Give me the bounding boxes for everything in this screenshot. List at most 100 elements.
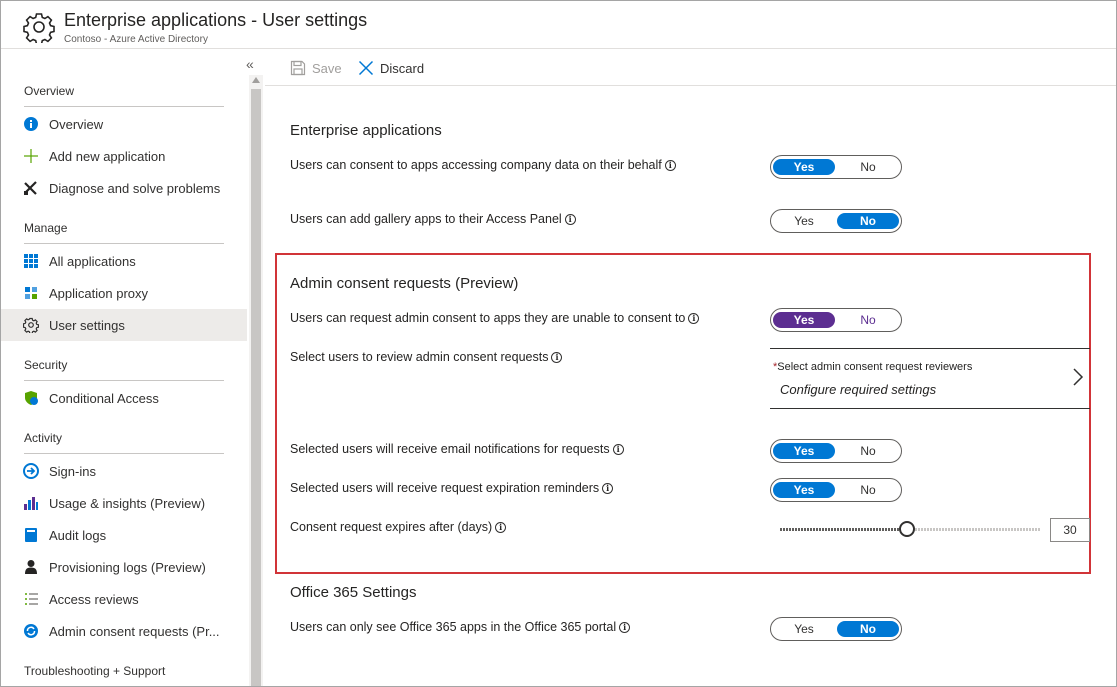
info-icon[interactable]: i: [664, 160, 676, 171]
section-heading-enterprise-applications: Enterprise applications: [290, 122, 442, 139]
toggle-yes[interactable]: Yes: [773, 312, 835, 328]
toggle-yes[interactable]: Yes: [773, 213, 835, 229]
save-label: Save: [312, 61, 342, 76]
reviewers-setting-label: Select users to review admin consent req…: [290, 350, 563, 364]
info-icon[interactable]: i: [612, 444, 624, 455]
email-notifications-label: Selected users will receive email notifi…: [290, 442, 624, 456]
reviewers-picker[interactable]: *Select admin consent request reviewers …: [770, 348, 1090, 409]
sidebar-item-label: Access reviews: [49, 592, 139, 607]
info-icon[interactable]: i: [688, 313, 700, 324]
sidebar-item-application-proxy[interactable]: Application proxy: [1, 277, 247, 309]
blade-header: Enterprise applications - User settings …: [1, 1, 1116, 49]
toggle-no[interactable]: No: [837, 443, 899, 459]
collapse-sidebar-button[interactable]: «: [246, 56, 254, 72]
info-icon[interactable]: i: [495, 522, 507, 533]
section-heading-admin-consent: Admin consent requests (Preview): [290, 275, 519, 292]
slider-fill: [780, 528, 907, 531]
gallery-apps-setting-label: Users can add gallery apps to their Acce…: [290, 212, 576, 226]
sidebar-item-label: Usage & insights (Preview): [49, 496, 206, 511]
sidebar-item-label: Sign-ins: [49, 464, 96, 479]
toggle-no[interactable]: No: [837, 482, 899, 498]
reviewers-picker-value: Configure required settings: [780, 382, 937, 397]
command-bar: Save Discard: [265, 50, 1116, 86]
sidebar-scrollbar[interactable]: [249, 75, 263, 686]
info-icon[interactable]: i: [602, 483, 614, 494]
consent-setting-label: Users can consent to apps accessing comp…: [290, 158, 676, 172]
toggle-no[interactable]: No: [837, 621, 899, 637]
expiry-days-input[interactable]: 30: [1050, 518, 1090, 542]
proxy-icon: [25, 287, 37, 299]
sidebar-section-overview: Overview: [24, 84, 75, 98]
sidebar-item-access-reviews[interactable]: Access reviews: [1, 583, 247, 615]
toggle-no[interactable]: No: [837, 159, 899, 175]
expiration-reminders-label: Selected users will receive request expi…: [290, 481, 614, 495]
info-icon[interactable]: i: [619, 622, 631, 633]
info-icon[interactable]: i: [551, 352, 563, 363]
consent-toggle[interactable]: Yes No: [770, 155, 902, 179]
plus-icon: [24, 149, 38, 163]
sidebar-item-provisioning-logs[interactable]: Provisioning logs (Preview): [1, 551, 247, 583]
sidebar-section-security: Security: [24, 358, 68, 372]
scrollbar-thumb[interactable]: [251, 89, 261, 686]
sidebar-item-user-settings[interactable]: User settings: [1, 309, 247, 341]
sidebar-item-add-new-application[interactable]: Add new application: [1, 140, 247, 172]
toggle-no[interactable]: No: [837, 213, 899, 229]
audit-log-icon: [25, 528, 37, 542]
reviewers-picker-title: *Select admin consent request reviewers: [773, 361, 973, 373]
gallery-apps-toggle[interactable]: Yes No: [770, 209, 902, 233]
scroll-up-arrow-icon[interactable]: [252, 77, 260, 83]
sidebar-section-activity: Activity: [24, 431, 63, 445]
sidebar-item-overview[interactable]: Overview: [1, 108, 247, 140]
gear-icon: [23, 317, 39, 333]
chevron-right-icon: [1073, 368, 1084, 386]
office365-portal-toggle[interactable]: Yes No: [770, 617, 902, 641]
save-icon: [290, 60, 306, 76]
page-subtitle: Contoso - Azure Active Directory: [64, 34, 208, 45]
divider: [24, 243, 224, 244]
section-heading-office365: Office 365 Settings: [290, 584, 417, 601]
person-icon: [25, 560, 37, 574]
close-icon: [358, 60, 374, 76]
info-icon: [24, 117, 38, 131]
grid-icon: [24, 254, 38, 268]
conditional-access-icon: [25, 391, 38, 405]
sign-in-icon: [23, 463, 39, 479]
toggle-yes[interactable]: Yes: [773, 443, 835, 459]
toggle-no[interactable]: No: [837, 312, 899, 328]
sidebar-item-audit-logs[interactable]: Audit logs: [1, 519, 247, 551]
gear-icon: [23, 13, 55, 43]
sidebar-item-label: Add new application: [49, 149, 166, 164]
divider: [24, 106, 224, 107]
divider: [24, 380, 224, 381]
sidebar-item-label: Admin consent requests (Pr...: [49, 624, 220, 639]
sidebar-item-diagnose[interactable]: Diagnose and solve problems: [1, 172, 247, 204]
slider-thumb[interactable]: [899, 521, 915, 537]
tools-icon: [24, 181, 37, 195]
sidebar-item-conditional-access[interactable]: Conditional Access: [1, 382, 247, 414]
expiration-reminders-toggle[interactable]: Yes No: [770, 478, 902, 502]
bar-chart-icon: [24, 497, 38, 510]
toggle-yes[interactable]: Yes: [773, 482, 835, 498]
sidebar-item-usage-insights[interactable]: Usage & insights (Preview): [1, 487, 247, 519]
sidebar-item-all-applications[interactable]: All applications: [1, 245, 247, 277]
info-icon[interactable]: i: [564, 214, 576, 225]
request-admin-consent-label: Users can request admin consent to apps …: [290, 311, 700, 325]
sidebar-item-label: Overview: [49, 117, 104, 132]
divider: [24, 453, 224, 454]
sidebar-item-label: All applications: [49, 254, 136, 269]
expires-after-label: Consent request expires after (days) i: [290, 520, 507, 534]
toggle-yes[interactable]: Yes: [773, 621, 835, 637]
sidebar-item-admin-consent-requests[interactable]: Admin consent requests (Pr...: [1, 615, 247, 647]
expiry-days-slider[interactable]: [780, 520, 1040, 540]
consent-icon: [24, 624, 38, 638]
sidebar-section-manage: Manage: [24, 221, 68, 235]
request-admin-consent-toggle[interactable]: Yes No: [770, 308, 902, 332]
sidebar-item-sign-ins[interactable]: Sign-ins: [1, 455, 247, 487]
email-notifications-toggle[interactable]: Yes No: [770, 439, 902, 463]
sidebar-item-label: Application proxy: [49, 286, 148, 301]
discard-label: Discard: [380, 61, 425, 76]
sidebar-item-label: User settings: [49, 318, 125, 333]
sidebar-item-label: Audit logs: [49, 528, 107, 543]
toggle-yes[interactable]: Yes: [773, 159, 835, 175]
page-title: Enterprise applications - User settings: [64, 10, 368, 30]
